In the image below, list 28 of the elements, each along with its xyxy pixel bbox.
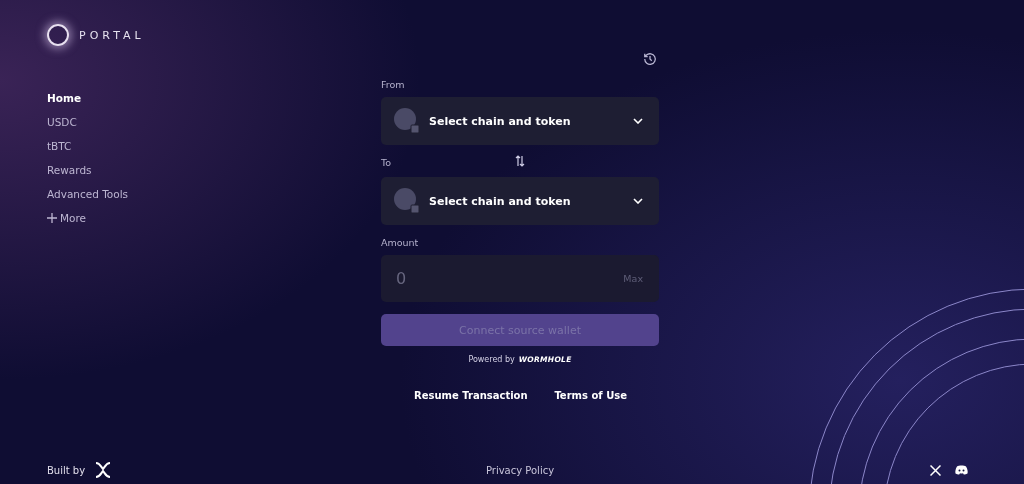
- nav-link[interactable]: More: [47, 210, 87, 226]
- field-label: From: [381, 79, 406, 90]
- chevron-down-icon: [633, 118, 643, 124]
- chain-token-select[interactable]: Select chain and token: [381, 177, 659, 225]
- nav-link[interactable]: Home: [47, 90, 82, 106]
- x-logo-icon[interactable]: [930, 464, 941, 476]
- x-shaped-logo-icon: [95, 462, 112, 478]
- chain-token-select[interactable]: Select chain and token: [381, 97, 659, 145]
- nav-link[interactable]: USDC: [47, 114, 77, 130]
- nav-link[interactable]: Advanced Tools: [47, 186, 129, 202]
- brand-name: PORTAL: [79, 28, 145, 42]
- footer-link[interactable]: Terms of Use: [554, 390, 627, 401]
- footer-link[interactable]: Resume Transaction: [414, 390, 528, 401]
- powered-by-text: Powered by: [468, 355, 515, 364]
- nav-link[interactable]: Rewards: [47, 162, 92, 178]
- swap-arrows-icon[interactable]: [515, 155, 525, 167]
- portal-ring-icon: [47, 24, 69, 46]
- field-label: Amount: [381, 237, 420, 248]
- plus-icon: [47, 213, 57, 223]
- chevron-down-icon: [633, 198, 643, 204]
- built-by-text: Built by: [47, 464, 86, 476]
- nav-link[interactable]: tBTC: [47, 138, 72, 154]
- history-icon[interactable]: [643, 52, 657, 66]
- discord-icon[interactable]: [955, 465, 968, 475]
- field-label: To: [381, 157, 392, 168]
- token-placeholder-icon: [394, 108, 420, 134]
- token-placeholder-icon: [394, 188, 420, 214]
- privacy-policy-link[interactable]: Privacy Policy: [381, 464, 659, 476]
